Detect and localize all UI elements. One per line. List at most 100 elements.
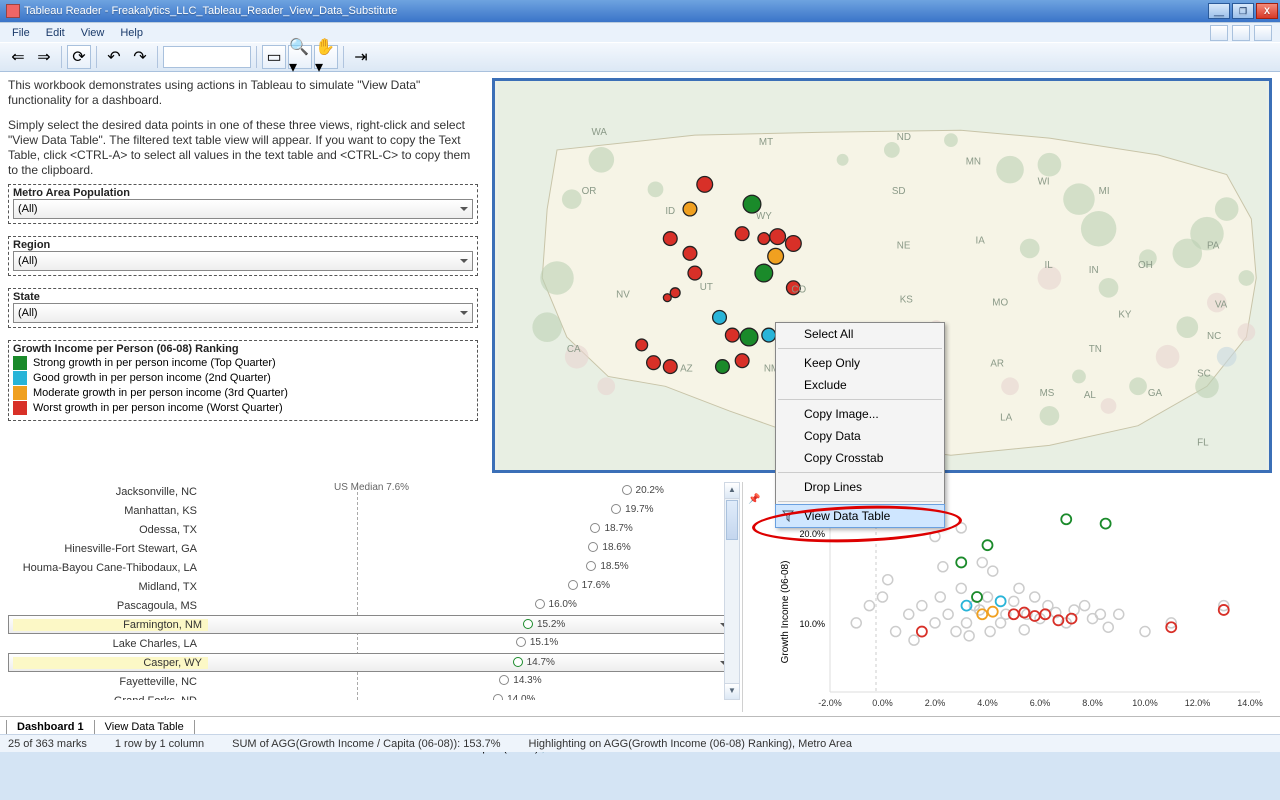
- back-icon[interactable]: ⇐: [6, 45, 30, 69]
- map-point[interactable]: [755, 264, 773, 282]
- svg-text:WI: WI: [1038, 176, 1050, 187]
- legend-item[interactable]: Worst growth in per person income (Worst…: [13, 401, 473, 415]
- drag-handle-icon[interactable]: 📌: [748, 494, 758, 504]
- map-point[interactable]: [663, 360, 677, 374]
- bar-point[interactable]: [568, 580, 578, 590]
- bar-row[interactable]: Pascagoula, MS 16.0%: [8, 596, 733, 615]
- bar-point[interactable]: [523, 619, 533, 629]
- menu-edit[interactable]: Edit: [38, 25, 73, 41]
- map-point[interactable]: [768, 248, 784, 264]
- legend-item[interactable]: Moderate growth in per person income (3r…: [13, 386, 473, 400]
- bar-value: 15.2%: [537, 619, 565, 630]
- bar-row[interactable]: Manhattan, KS 19.7%: [8, 501, 733, 520]
- map-point[interactable]: [740, 328, 758, 346]
- close-button[interactable]: X: [1256, 3, 1278, 19]
- tab-view-data[interactable]: View Data Table: [94, 720, 195, 735]
- zoom-dropdown[interactable]: [163, 46, 251, 68]
- legend-item[interactable]: Strong growth in per person income (Top …: [13, 356, 473, 370]
- map-point[interactable]: [770, 229, 786, 245]
- maximize-button[interactable]: ❐: [1232, 3, 1254, 19]
- ctx-copy-crosstab[interactable]: Copy Crosstab: [776, 447, 944, 469]
- map-point[interactable]: [716, 360, 730, 374]
- map-point[interactable]: [758, 233, 770, 245]
- bar-point[interactable]: [588, 542, 598, 552]
- legend-item[interactable]: Good growth in per person income (2nd Qu…: [13, 371, 473, 385]
- svg-text:-2.0%: -2.0%: [818, 698, 842, 708]
- menu-file[interactable]: File: [4, 25, 38, 41]
- menu-view[interactable]: View: [73, 25, 113, 41]
- zoom-tool-icon[interactable]: 🔍▾: [288, 45, 312, 69]
- scatter-point[interactable]: [983, 540, 993, 550]
- map-point[interactable]: [697, 177, 713, 193]
- map-point[interactable]: [670, 288, 680, 298]
- pan-tool-icon[interactable]: ✋▾: [314, 45, 338, 69]
- map-point[interactable]: [713, 310, 727, 324]
- bar-point[interactable]: [590, 523, 600, 533]
- bar-point[interactable]: [535, 599, 545, 609]
- scatter-point[interactable]: [988, 607, 998, 617]
- scroll-up-icon[interactable]: ▲: [725, 483, 739, 499]
- map-point[interactable]: [663, 294, 671, 302]
- map-point[interactable]: [688, 266, 702, 280]
- ctx-copy-data[interactable]: Copy Data: [776, 425, 944, 447]
- scatter-point[interactable]: [956, 557, 966, 567]
- ctx-select-all[interactable]: Select All: [776, 323, 944, 345]
- map-point[interactable]: [683, 202, 697, 216]
- bar-point[interactable]: [586, 561, 596, 571]
- bar-row[interactable]: Grand Forks, ND 14.0%: [8, 691, 733, 700]
- bar-point[interactable]: [611, 504, 621, 514]
- scatter-point[interactable]: [996, 596, 1006, 606]
- scatter-point[interactable]: [972, 592, 982, 602]
- ctx-keep-only[interactable]: Keep Only: [776, 352, 944, 374]
- bar-row[interactable]: Jacksonville, NC 20.2%: [8, 482, 733, 501]
- map-point[interactable]: [636, 339, 648, 351]
- scatter-point[interactable]: [917, 627, 927, 637]
- ctx-drop-lines[interactable]: Drop Lines: [776, 476, 944, 498]
- map-point[interactable]: [762, 328, 776, 342]
- bar-chart-panel[interactable]: US Median 7.6% Jacksonville, NC 20.2%Man…: [8, 482, 743, 712]
- tb-right-3-icon[interactable]: [1254, 25, 1272, 41]
- map-point[interactable]: [785, 236, 801, 252]
- select-tool-icon[interactable]: ▭: [262, 45, 286, 69]
- map-point[interactable]: [725, 328, 739, 342]
- bar-row[interactable]: Casper, WY 14.7%: [8, 653, 733, 672]
- instructions: This workbook demonstrates using actions…: [8, 78, 478, 188]
- bar-point[interactable]: [622, 485, 632, 495]
- bar-row[interactable]: Fayetteville, NC 14.3%: [8, 672, 733, 691]
- scatter-point[interactable]: [1019, 608, 1029, 618]
- bar-point[interactable]: [516, 637, 526, 647]
- tb-right-2-icon[interactable]: [1232, 25, 1250, 41]
- filter-region-select[interactable]: (All): [13, 251, 473, 271]
- svg-text:SC: SC: [1197, 368, 1211, 379]
- bar-row[interactable]: Farmington, NM 15.2%: [8, 615, 733, 634]
- scroll-thumb[interactable]: [726, 500, 738, 540]
- ctx-view-data-table[interactable]: View Data Table: [775, 504, 945, 528]
- map-point[interactable]: [683, 246, 697, 260]
- menu-help[interactable]: Help: [112, 25, 151, 41]
- map-point[interactable]: [735, 354, 749, 368]
- pin-icon[interactable]: ⇥: [349, 45, 373, 69]
- bar-row[interactable]: Hinesville-Fort Stewart, GA 18.6%: [8, 539, 733, 558]
- bar-row[interactable]: Lake Charles, LA 15.1%: [8, 634, 733, 653]
- map-point[interactable]: [663, 232, 677, 246]
- scatter-point[interactable]: [1061, 514, 1071, 524]
- bar-point[interactable]: [513, 657, 523, 667]
- refresh-icon[interactable]: ⟳: [67, 45, 91, 69]
- bar-scrollbar[interactable]: ▲ ▼: [724, 482, 740, 700]
- scatter-point[interactable]: [1101, 519, 1111, 529]
- ctx-exclude[interactable]: Exclude: [776, 374, 944, 396]
- map-point[interactable]: [647, 356, 661, 370]
- tb-right-1-icon[interactable]: [1210, 25, 1228, 41]
- filter-metro-select[interactable]: (All): [13, 199, 473, 219]
- ctx-copy-image[interactable]: Copy Image...: [776, 403, 944, 425]
- scroll-down-icon[interactable]: ▼: [725, 683, 739, 699]
- map-point[interactable]: [735, 227, 749, 241]
- bar-point[interactable]: [499, 675, 509, 685]
- filter-state-select[interactable]: (All): [13, 303, 473, 323]
- bar-row[interactable]: Odessa, TX 18.7%: [8, 520, 733, 539]
- bar-point[interactable]: [493, 694, 503, 700]
- tab-dashboard[interactable]: Dashboard 1: [6, 720, 95, 735]
- minimize-button[interactable]: __: [1208, 3, 1230, 19]
- bar-row[interactable]: Houma-Bayou Cane-Thibodaux, LA 18.5%: [8, 558, 733, 577]
- bar-row[interactable]: Midland, TX 17.6%: [8, 577, 733, 596]
